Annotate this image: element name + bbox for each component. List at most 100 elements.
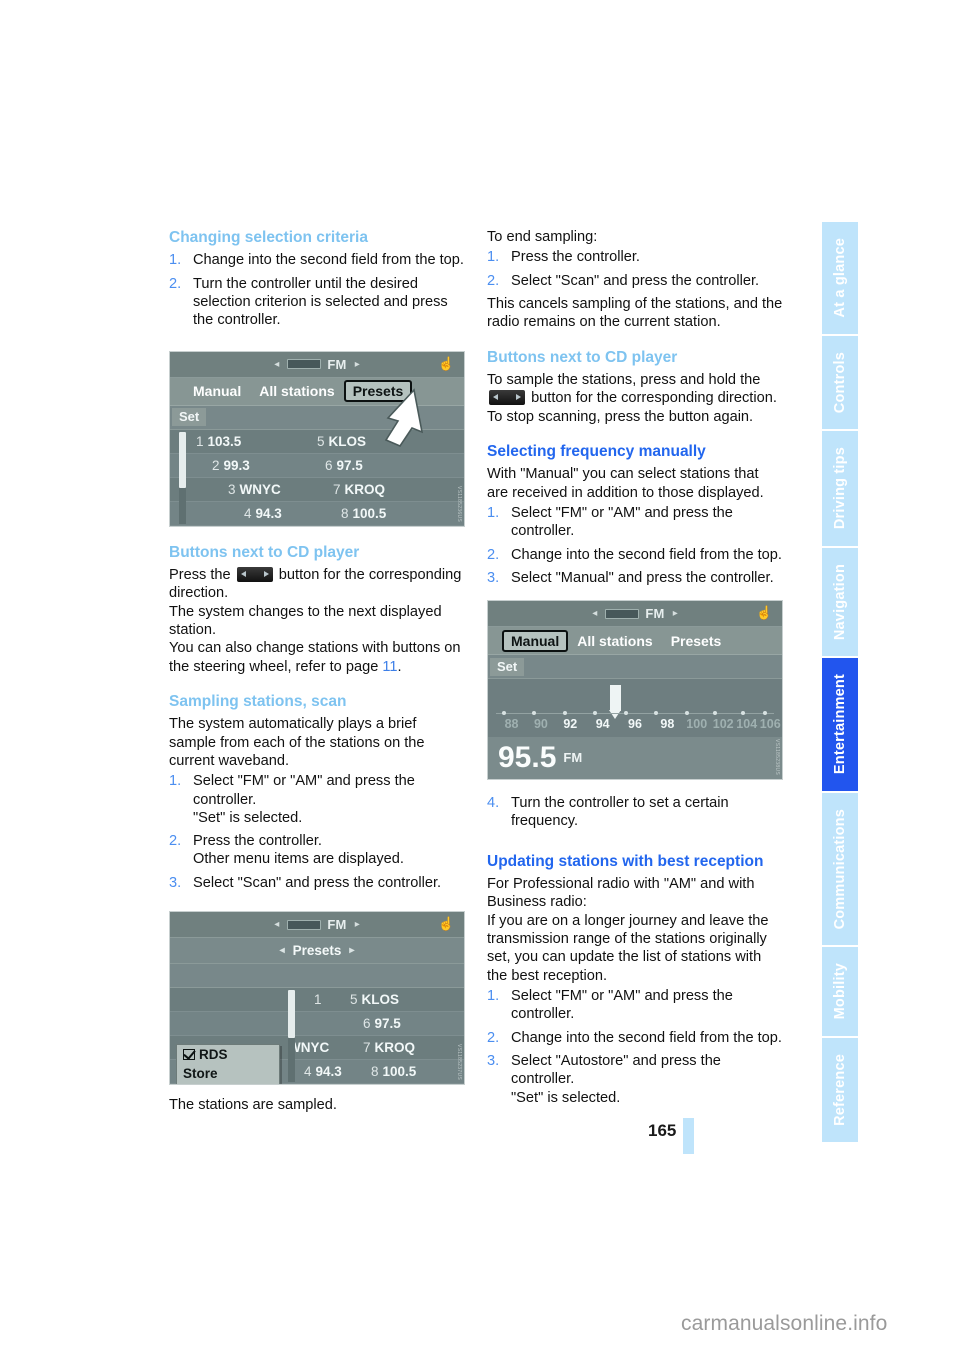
current-frequency-display: 95.5 FM [488, 737, 782, 780]
step-number: 1. [169, 252, 182, 269]
sidebar-item-entertainment[interactable]: Entertainment [822, 658, 858, 793]
heading-sampling-stations-scan: Sampling stations, scan [169, 692, 347, 710]
screenshot-submenu: ◂ Presets ▸ [170, 938, 464, 965]
list-item: 1. Select "FM" or "AM" and press the con… [169, 772, 465, 827]
band-label: FM [327, 356, 347, 372]
preset-name: 94.3 [315, 1064, 342, 1080]
tick-label: 92 [563, 717, 578, 732]
step-number: 3. [487, 569, 500, 586]
preset-name: WNYC [239, 481, 281, 497]
paragraph-professional-radio: For Professional radio with "AM" and wit… [487, 876, 755, 911]
chevron-right-icon: ▸ [354, 919, 360, 931]
context-menu: RDS Store Tone Scan [176, 1044, 280, 1085]
steps-updating-stations: 1. Select "FM" or "AM" and press the con… [487, 987, 783, 1107]
scrollbar-thumb[interactable] [288, 990, 295, 1039]
paragraph-longer-journey: If you are on a longer journey and leave… [487, 912, 769, 984]
sidebar-item-label: Driving tips [831, 447, 848, 530]
watermark: carmanualsonline.info [681, 1312, 888, 1335]
preset-list: 1 103.5 5 KLOS 2 99.3 6 97.5 3 WNYC 7 KROQ 4 94… [170, 429, 464, 526]
step-text: Turn the controller to set a certain fre… [511, 795, 729, 830]
frequency-ticks [496, 709, 774, 717]
list-item: 2. Change into the second field from the… [487, 1029, 783, 1047]
manual-page: Changing selection criteria 1. Change in… [0, 0, 960, 1358]
preset-index: 1 [196, 433, 204, 449]
home-icon: ☝ [438, 355, 455, 371]
steps-manual: 1. Select "FM" or "AM" and press the con… [487, 504, 783, 587]
tick-label: 94 [595, 717, 610, 732]
chevron-left-icon: ◂ [274, 358, 280, 370]
step-text: Change into the second field from the to… [511, 546, 782, 563]
chevron-right-icon: ▸ [349, 945, 355, 957]
sidebar-item-driving-tips[interactable]: Driving tips [822, 431, 858, 548]
checkbox-icon[interactable] [183, 1049, 195, 1061]
preset-name: 94.3 [255, 505, 282, 521]
screenshot-set-row [170, 964, 464, 989]
table-row[interactable]: 4 94.3 8 100.5 [170, 501, 464, 526]
frequency-value: 95.5 [498, 741, 557, 775]
frequency-scale[interactable]: 88 90 92 94 96 98 100 102 104 106 [488, 679, 782, 738]
menu-item-store[interactable]: Store [177, 1064, 279, 1083]
sidebar-item-label: Controls [831, 351, 848, 414]
list-item: 2. Change into the second field from the… [487, 546, 783, 564]
tick-label: 90 [533, 717, 548, 732]
frequency-pointer-icon[interactable] [609, 685, 621, 720]
scrollbar-thumb[interactable] [179, 431, 186, 488]
step-text: Select "FM" or "AM" and press the contro… [193, 773, 415, 808]
step-subtext: Other menu items are displayed. [193, 851, 404, 868]
screenshot-menubar: Manual All stations Presets [170, 377, 464, 406]
sidebar-item-mobility[interactable]: Mobility [822, 947, 858, 1038]
table-row[interactable]: 1 5 KLOS [170, 988, 464, 1013]
submenu-label[interactable]: Presets [293, 943, 342, 958]
menu-item-manual[interactable]: Manual [184, 381, 250, 401]
table-row[interactable]: 2 99.3 6 97.5 [170, 453, 464, 478]
page-reference-link[interactable]: 11 [382, 659, 397, 675]
preset-index: 3 [228, 481, 236, 497]
menu-item-rds[interactable]: RDS [177, 1045, 279, 1064]
preset-index: 7 [333, 481, 341, 497]
menu-item-all-stations[interactable]: All stations [250, 381, 343, 401]
sidebar-item-navigation[interactable]: Navigation [822, 547, 858, 659]
list-item: 1. Change into the second field from the… [169, 251, 465, 269]
text-before-icon: To sample the stations, press and hold t… [487, 371, 761, 388]
sidebar-item-communications[interactable]: Communications [822, 792, 858, 948]
seek-button-icon [236, 567, 273, 582]
paragraph-sample-hold: To sample the stations, press and hold t… [487, 371, 783, 408]
menu-item-all-stations[interactable]: All stations [568, 631, 661, 651]
chevron-left-icon: ◂ [279, 945, 285, 957]
step-text: Select "FM" or "AM" and press the contro… [511, 504, 733, 540]
left-column: Changing selection criteria 1. Change in… [169, 228, 465, 1113]
menu-item-manual[interactable]: Manual [502, 629, 569, 652]
page-number-accent-bar [683, 1118, 694, 1154]
step-number: 1. [487, 504, 500, 521]
preset-name: KROQ [374, 1040, 416, 1056]
step-number: 3. [487, 1052, 500, 1069]
screenshot-set-row: Set [488, 655, 782, 680]
preset-name: KLOS [361, 992, 400, 1008]
menu-item-tone[interactable]: Tone [177, 1083, 279, 1084]
preset-name: 103.5 [207, 433, 242, 449]
sidebar-item-controls[interactable]: Controls [822, 335, 858, 432]
band-label: FM [327, 917, 347, 933]
sidebar-item-reference[interactable]: Reference [822, 1037, 858, 1143]
steps-manual-continued: 4. Turn the controller to set a certain … [487, 794, 783, 831]
steps-end-sampling: 1. Press the controller. 2. Select "Scan… [487, 248, 783, 290]
step-text: Select "Scan" and press the controller. [193, 874, 442, 891]
table-row[interactable]: 6 97.5 [170, 1012, 464, 1037]
heading-buttons-next-to-cd-player: Buttons next to CD player [169, 543, 360, 561]
menu-item-presets[interactable]: Presets [343, 380, 413, 403]
sidebar-item-at-a-glance[interactable]: At a glance [822, 222, 858, 336]
table-row[interactable]: 3 WNYC 7 KROQ [170, 477, 464, 502]
chevron-left-icon: ◂ [592, 608, 598, 620]
screenshot-manual: ◂ FM ▸ ☝ Manual All stations Presets Set [487, 600, 783, 781]
list-item: 4. Turn the controller to set a certain … [487, 794, 783, 831]
menu-item-presets[interactable]: Presets [662, 631, 731, 651]
step-text: Press the controller. [193, 833, 322, 850]
sidebar-item-label: At a glance [831, 238, 848, 318]
step-number: 3. [169, 874, 182, 891]
table-row[interactable]: 1 103.5 5 KLOS [170, 429, 464, 454]
tick-label: 98 [660, 717, 675, 732]
preset-index: 5 [350, 992, 358, 1008]
list-item: 1. Press the controller. [487, 248, 783, 266]
step-number: 1. [487, 988, 500, 1004]
caption-stations-sampled: The stations are sampled. [169, 1097, 337, 1114]
